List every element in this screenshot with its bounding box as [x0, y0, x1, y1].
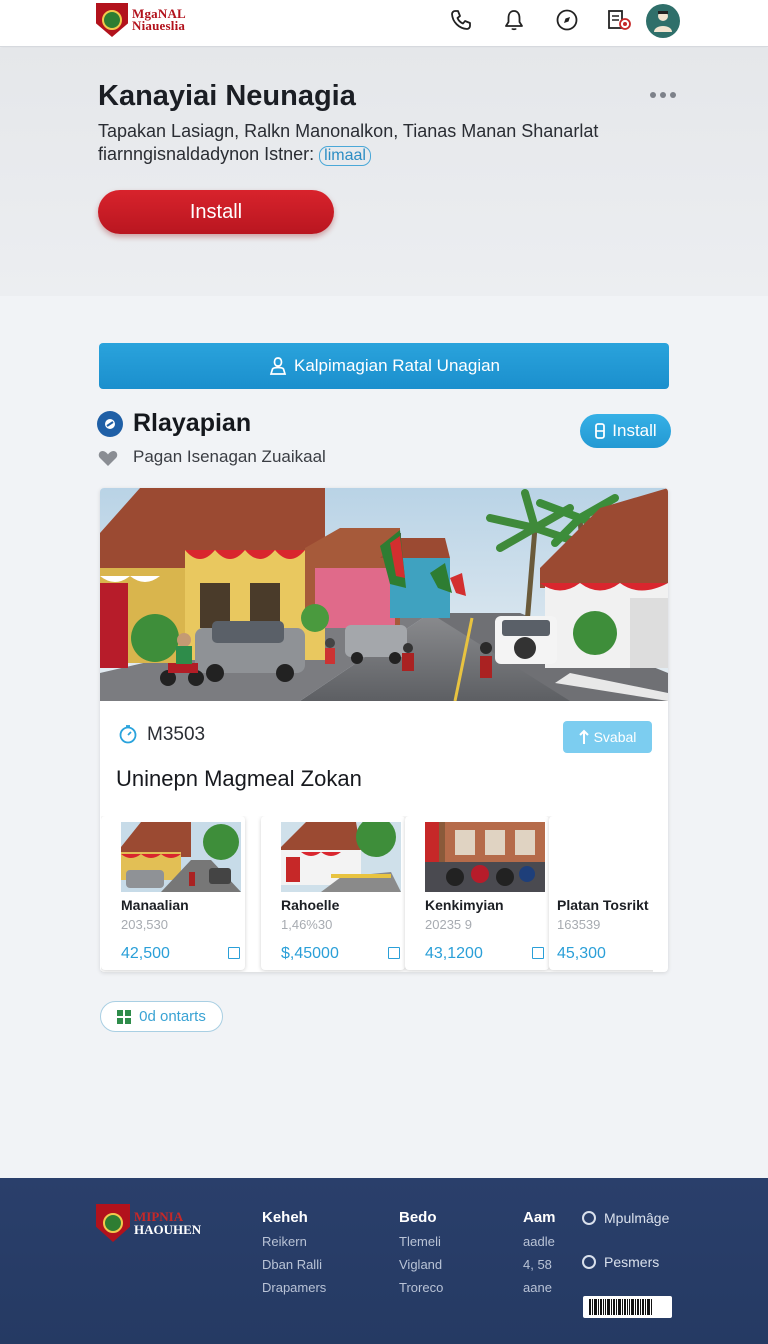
tile-name: Platan Tosrikt — [557, 897, 649, 913]
tile-thumbnail — [425, 822, 545, 892]
upload-icon — [578, 729, 589, 744]
tile-name: Kenkimyian — [425, 897, 504, 913]
hero-install-button[interactable]: Install — [98, 190, 334, 234]
tile-price: $,45000 — [281, 945, 339, 962]
tile-checkbox[interactable] — [388, 947, 400, 959]
user-avatar[interactable] — [646, 4, 680, 38]
tile-name: Rahoelle — [281, 897, 340, 913]
app-install-label: Install — [612, 421, 657, 440]
footer-column-heading: Bedo — [399, 1209, 437, 1226]
card-search-label: Svabal — [593, 729, 637, 745]
hero-subtitle: Tapakan Lasiagn, Ralkn Manonalkon, Tiana… — [98, 120, 618, 166]
document-icon[interactable] — [605, 6, 633, 34]
footer-link[interactable]: Reikern — [262, 1234, 326, 1249]
footer-radio-option[interactable]: Pesmers — [582, 1254, 659, 1270]
footer-link[interactable]: aane — [523, 1280, 556, 1295]
footer-link[interactable]: Drapamers — [262, 1280, 326, 1295]
logo-line-2: Niaueslia — [132, 18, 186, 33]
tile-price: 43,1200 — [425, 945, 483, 962]
tile-subtext: 203,530 — [121, 917, 168, 932]
footer-column: Keheh Reikern Dban Ralli Drapamers — [262, 1209, 326, 1303]
footer-link[interactable]: aadle — [523, 1234, 556, 1249]
tile-subtext: 163539 — [557, 917, 601, 932]
tile-checkbox[interactable] — [228, 947, 240, 959]
footer-link[interactable]: Tlemeli — [399, 1234, 443, 1249]
tile-subtext: 20235 9 — [425, 917, 472, 932]
brand-logo[interactable]: MgaNAL Niaueslia — [96, 3, 186, 37]
footer-column: Aam aadle 4, 58 aane — [523, 1209, 556, 1303]
promo-banner[interactable]: Kalpimagian Ratal Unagian — [99, 343, 669, 389]
list-item[interactable]: Kenkimyian 20235 9 43,1200 — [405, 816, 549, 970]
app-subtitle: Pagan Isenagan Zuaikaal — [133, 447, 326, 466]
list-item[interactable]: Rahoelle 1,46%30 $,45000 — [261, 816, 405, 970]
footer-radio-label: Mpulmâge — [604, 1210, 670, 1226]
download-icon — [595, 423, 606, 439]
list-item[interactable]: Platan Tosrikt 163539 45,300 — [549, 816, 653, 970]
footer-link[interactable]: 4, 58 — [523, 1257, 556, 1272]
shield-emblem-icon — [96, 1204, 130, 1242]
app-install-button[interactable]: Install — [580, 414, 671, 448]
compass-icon[interactable] — [553, 6, 581, 34]
footer-column: Bedo Tlemeli Vigland Troreco — [399, 1209, 443, 1303]
street-scene-image — [100, 488, 668, 701]
tile-thumbnail — [281, 822, 401, 892]
footer-link[interactable]: Vigland — [399, 1257, 443, 1272]
barcode-icon — [583, 1296, 672, 1318]
tile-price: 42,500 — [121, 945, 170, 962]
heart-icon[interactable] — [97, 448, 119, 468]
listing-tiles: Manaalian 203,530 42,500 Rahoelle 1,46%3… — [101, 816, 653, 972]
bell-icon[interactable] — [500, 6, 528, 34]
app-logo-icon — [97, 411, 123, 437]
tile-subtext: 1,46%30 — [281, 917, 333, 932]
card-search-button[interactable]: Svabal — [563, 721, 652, 753]
radio-icon — [582, 1255, 596, 1269]
footer-column-heading: Aam — [523, 1209, 556, 1226]
user-icon — [269, 357, 287, 375]
top-navigation: MgaNAL Niaueslia — [0, 0, 768, 47]
tile-thumbnail — [121, 822, 241, 892]
contacts-label: 0d ontarts — [139, 1008, 206, 1025]
shield-emblem-icon — [96, 3, 128, 37]
footer-radio-option[interactable]: Mpulmâge — [582, 1210, 669, 1226]
app-name: Rlayapian — [133, 409, 252, 437]
tile-checkbox[interactable] — [532, 947, 544, 959]
footer-logo[interactable]: MIPNIA HAOUHEN — [96, 1204, 201, 1242]
footer-radio-label: Pesmers — [604, 1254, 660, 1270]
grid-icon — [117, 1009, 132, 1024]
list-item[interactable]: Manaalian 203,530 42,500 — [101, 816, 245, 970]
footer-column-heading: Keheh — [262, 1209, 308, 1226]
contacts-button[interactable]: 0d ontarts — [100, 1001, 223, 1032]
tile-price: 45,300 — [557, 945, 606, 962]
card-heading: Uninepn Magmeal Zokan — [116, 766, 362, 791]
phone-icon[interactable] — [447, 6, 475, 34]
page-title: Kanayiai Neunagia — [98, 80, 356, 112]
clock-icon — [119, 725, 137, 744]
footer-logo-line-2: HAOUHEN — [134, 1222, 202, 1237]
hero-chip-link[interactable]: limaal — [319, 146, 371, 166]
more-options-icon[interactable] — [650, 86, 676, 104]
tile-name: Manaalian — [121, 897, 189, 913]
radio-icon — [582, 1211, 596, 1225]
banner-label: Kalpimagian Ratal Unagian — [293, 356, 501, 375]
listing-code: M3503 — [147, 724, 206, 745]
footer-link[interactable]: Dban Ralli — [262, 1257, 326, 1272]
footer-link[interactable]: Troreco — [399, 1280, 443, 1295]
